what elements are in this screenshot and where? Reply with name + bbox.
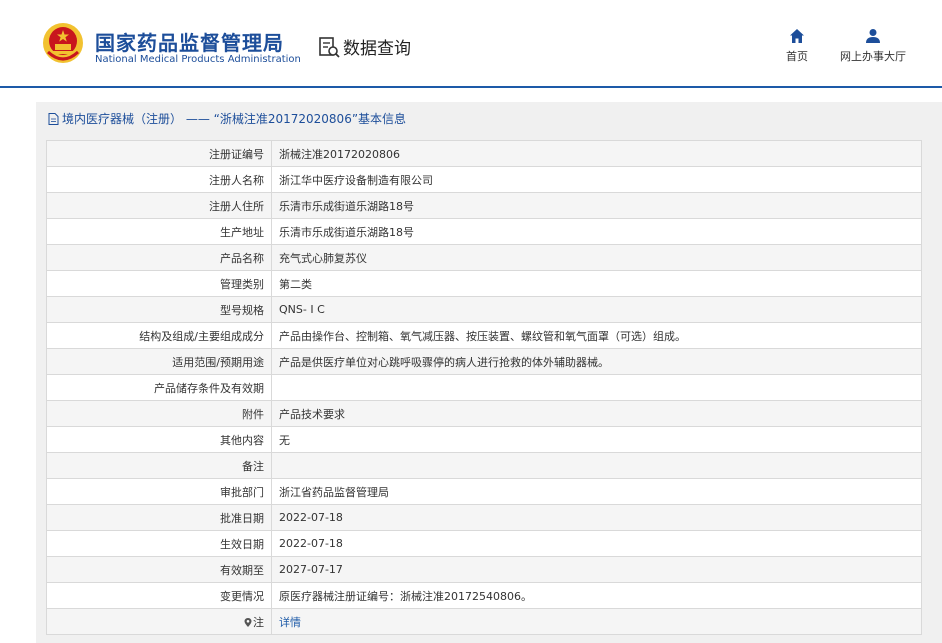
row-value: QNS- I C [271,296,922,323]
row-value: 第二类 [271,270,922,297]
row-label: 附件 [46,400,272,427]
table-row: 结构及组成/主要组成成分 产品由操作台、控制箱、氧气减压器、按压装置、螺纹管和氧气… [46,322,922,349]
table-row: 有效期至 2027-07-17 [46,556,922,583]
document-search-icon [319,36,340,58]
row-value: 2022-07-18 [271,530,922,557]
row-value: 原医疗器械注册证编号：浙械注准20172540806。 [271,582,922,609]
detail-panel: 境内医疗器械（注册） —— “浙械注准20172020806”基本信息 注册证编… [36,102,942,643]
document-icon [48,112,59,125]
row-value: 浙江华中医疗设备制造有限公司 [271,166,922,193]
nav-online-hall-label: 网上办事大厅 [840,50,906,63]
national-emblem-icon [43,23,83,63]
breadcrumb-text: 境内医疗器械（注册） —— “浙械注准20172020806”基本信息 [62,112,407,126]
table-row: 注册人住所 乐清市乐成街道乐湖路18号 [46,192,922,219]
table-row: 产品名称 充气式心肺复苏仪 [46,244,922,271]
row-label: 注册证编号 [46,140,272,167]
data-query-title: 数据查询 [343,39,411,59]
row-label: 备注 [46,452,272,479]
data-query-section[interactable]: 数据查询 [318,34,411,59]
table-row: 产品储存条件及有效期 [46,374,922,401]
org-name-en: National Medical Products Administration [95,54,301,65]
row-label: 管理类别 [46,270,272,297]
table-row: 备注 [46,452,922,479]
site-header: 国家药品监督管理局 National Medical Products Admi… [0,0,942,88]
row-label: 产品储存条件及有效期 [46,374,272,401]
row-value: 无 [271,426,922,453]
table-row: 注册人名称 浙江华中医疗设备制造有限公司 [46,166,922,193]
nav-home-label: 首页 [786,50,808,63]
row-value: 产品由操作台、控制箱、氧气减压器、按压装置、螺纹管和氧气面罩（可选）组成。 [271,322,922,349]
nav-online-hall[interactable]: 网上办事大厅 [838,28,908,64]
row-label: 注册人名称 [46,166,272,193]
row-label: 结构及组成/主要组成成分 [46,322,272,349]
row-label: 注册人住所 [46,192,272,219]
row-value: 乐清市乐成街道乐湖路18号 [271,192,922,219]
row-value: 充气式心肺复苏仪 [271,244,922,271]
row-value: 2027-07-17 [271,556,922,583]
row-value [271,452,922,479]
row-label: 批准日期 [46,504,272,531]
table-row: 管理类别 第二类 [46,270,922,297]
row-value: 产品是供医疗单位对心跳呼吸骤停的病人进行抢救的体外辅助器械。 [271,348,922,375]
table-row: 型号规格 QNS- I C [46,296,922,323]
table-row: 适用范围/预期用途 产品是供医疗单位对心跳呼吸骤停的病人进行抢救的体外辅助器械。 [46,348,922,375]
table-row: 批准日期 2022-07-18 [46,504,922,531]
row-label: 生效日期 [46,530,272,557]
note-value-cell: 详情 [271,608,922,635]
table-row: 其他内容无 [46,426,922,453]
row-label: 适用范围/预期用途 [46,348,272,375]
row-value: 浙江省药品监督管理局 [271,478,922,505]
row-value: 浙械注准20172020806 [271,140,922,167]
user-icon [866,29,880,43]
note-row: 注 详情 [46,608,922,635]
note-label-cell: 注 [46,608,272,635]
detail-table: 注册证编号 浙械注准20172020806 注册人名称 浙江华中医疗设备制造有限公司… [46,140,922,635]
row-label: 有效期至 [46,556,272,583]
table-row: 生效日期 2022-07-18 [46,530,922,557]
note-label: 注 [253,615,264,629]
table-row: 变更情况 原医疗器械注册证编号：浙械注准20172540806。 [46,582,922,609]
row-value: 乐清市乐成街道乐湖路18号 [271,218,922,245]
breadcrumb: 境内医疗器械（注册） —— “浙械注准20172020806”基本信息 [48,110,406,127]
table-row: 附件 产品技术要求 [46,400,922,427]
row-label: 型号规格 [46,296,272,323]
org-name-cn: 国家药品监督管理局 [95,31,284,55]
row-label: 审批部门 [46,478,272,505]
table-row: 生产地址 乐清市乐成街道乐湖路18号 [46,218,922,245]
row-label: 产品名称 [46,244,272,271]
row-label: 生产地址 [46,218,272,245]
row-value: 2022-07-18 [271,504,922,531]
table-row: 审批部门 浙江省药品监督管理局 [46,478,922,505]
nav-home[interactable]: 首页 [782,28,812,64]
row-label: 其他内容 [46,426,272,453]
details-link[interactable]: 详情 [279,616,301,629]
table-row: 注册证编号 浙械注准20172020806 [46,140,922,167]
row-label: 变更情况 [46,582,272,609]
home-icon [790,29,804,43]
location-pin-icon [244,617,252,627]
row-value [271,374,922,401]
row-value: 产品技术要求 [271,400,922,427]
